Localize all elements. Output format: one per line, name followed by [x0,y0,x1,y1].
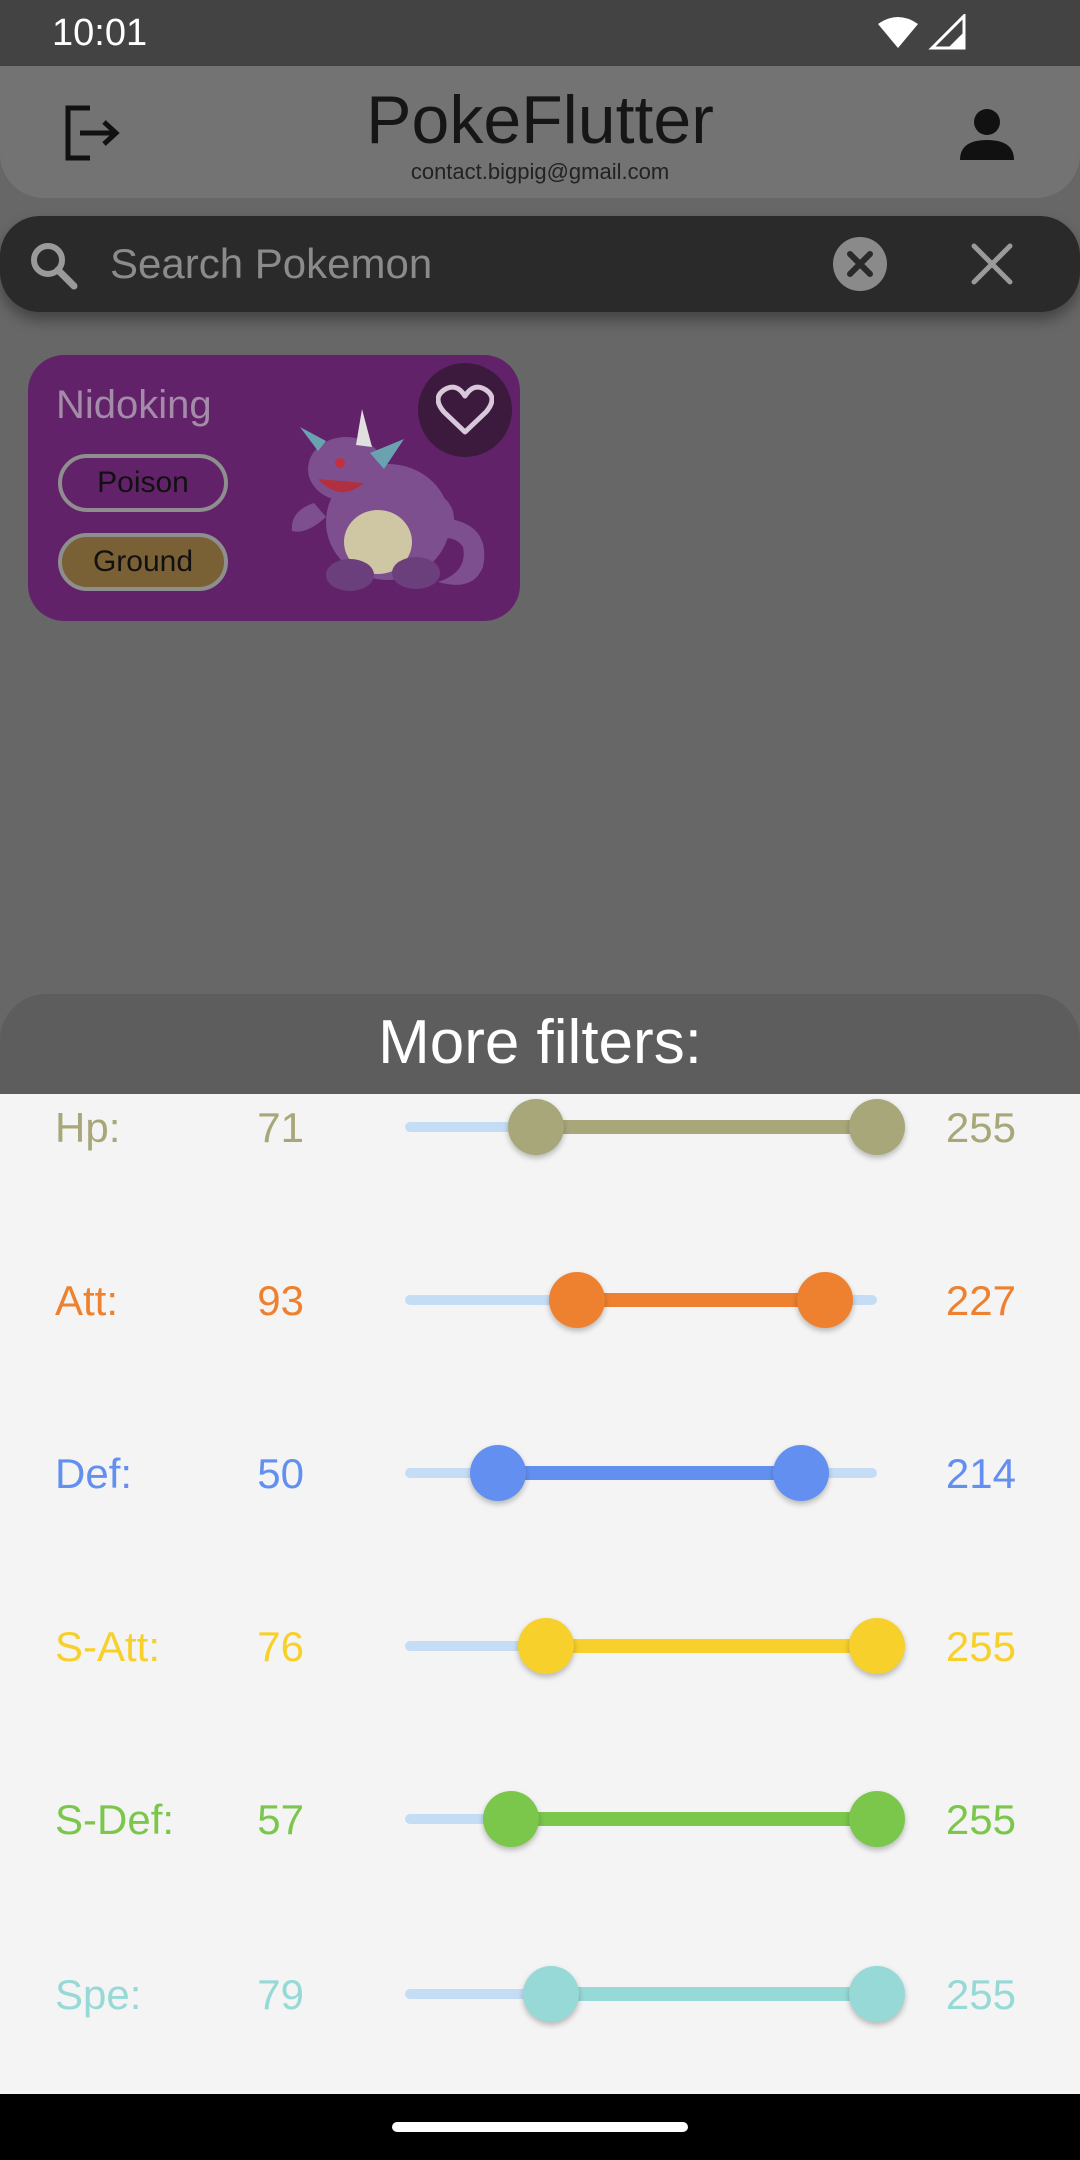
slider-min-thumb[interactable] [549,1272,606,1328]
stat-min-value: 93 [257,1277,304,1324]
status-bar: 10:01 [0,0,1080,66]
stat-label: S-Att: [55,1623,161,1670]
search-icon [31,243,78,290]
filter-row-speed: Spe: 79 255 [0,1949,1080,2039]
search-input[interactable] [110,236,810,292]
filters-sheet: Hp: 71 255 Att: 93 227 Def: 50 214 S-Att… [0,1094,1080,2094]
stat-min-value: 79 [257,1971,304,2018]
stat-label: Hp: [55,1104,121,1151]
slider-max-thumb[interactable] [849,1791,905,1847]
pokemon-name: Nidoking [56,383,212,427]
filter-row-attack: Att: 93 227 [0,1255,1080,1345]
slider-min-thumb[interactable] [523,1966,580,2022]
stat-range-slider[interactable] [405,1601,905,1691]
stat-range-slider[interactable] [405,1428,877,1518]
profile-icon[interactable] [956,104,1018,166]
filter-row-special-attack: S-Att: 76 255 [0,1601,1080,1691]
slider-active-track [497,1466,802,1480]
app-title: PokeFlutter [366,82,714,158]
slider-active-track [536,1120,877,1134]
stat-range-slider[interactable] [405,1774,905,1864]
slider-min-thumb[interactable] [508,1099,565,1155]
close-icon[interactable] [968,240,1016,288]
slider-active-track [545,1639,877,1653]
stat-min-value: 50 [257,1450,304,1497]
filter-row-hp: Hp: 71 255 [0,1082,1080,1172]
stat-label: Def: [55,1450,133,1497]
favorite-button[interactable] [418,363,512,457]
filters-sheet-header[interactable]: More filters: [0,994,1080,1094]
clear-search-button[interactable] [832,236,888,292]
stat-max-value: 214 [945,1450,1016,1497]
pokemon-card[interactable]: Nidoking Poison Ground [28,355,520,621]
slider-max-thumb[interactable] [773,1445,830,1501]
title-block: PokeFlutter contact.bigpig@gmail.com [0,80,1080,184]
stat-label: Att: [55,1277,119,1324]
signal-icons [878,14,966,50]
type-badge-poison: Poison [58,454,228,512]
slider-active-track [510,1812,877,1826]
navigation-bar [0,2094,1080,2160]
slider-min-thumb[interactable] [482,1791,539,1847]
slider-active-track [551,1987,877,2001]
stat-min-value: 57 [257,1796,304,1843]
slider-min-thumb[interactable] [469,1445,526,1501]
stat-max-value: 255 [945,1796,1016,1843]
stat-range-slider[interactable] [405,1949,905,2039]
slider-min-thumb[interactable] [517,1618,574,1674]
wifi-icon [878,17,918,48]
slider-active-track [577,1293,826,1307]
search-bar [0,216,1080,312]
stat-label: S-Def: [55,1796,175,1843]
stat-max-value: 255 [945,1971,1016,2018]
slider-max-thumb[interactable] [797,1272,854,1328]
stat-min-value: 71 [257,1104,304,1151]
slider-max-thumb[interactable] [849,1618,905,1674]
stat-max-value: 255 [945,1104,1016,1151]
stat-max-value: 227 [945,1277,1016,1324]
stat-label: Spe: [55,1971,142,2018]
filters-title: More filters: [378,1008,702,1077]
account-email: contact.bigpig@gmail.com [410,159,670,184]
type-badge-ground: Ground [58,533,228,591]
stat-range-slider[interactable] [405,1082,905,1172]
heart-outline-icon [436,384,494,435]
filter-row-defense: Def: 50 214 [0,1428,1080,1518]
slider-max-thumb[interactable] [849,1099,905,1155]
stat-max-value: 255 [945,1623,1016,1670]
stat-range-slider[interactable] [405,1255,877,1345]
stat-min-value: 76 [257,1623,304,1670]
app-bar: PokeFlutter contact.bigpig@gmail.com [0,66,1080,198]
home-gesture-handle[interactable] [392,2122,688,2132]
slider-max-thumb[interactable] [849,1966,905,2022]
status-time: 10:01 [52,12,148,54]
filter-row-special-defense: S-Def: 57 255 [0,1774,1080,1864]
